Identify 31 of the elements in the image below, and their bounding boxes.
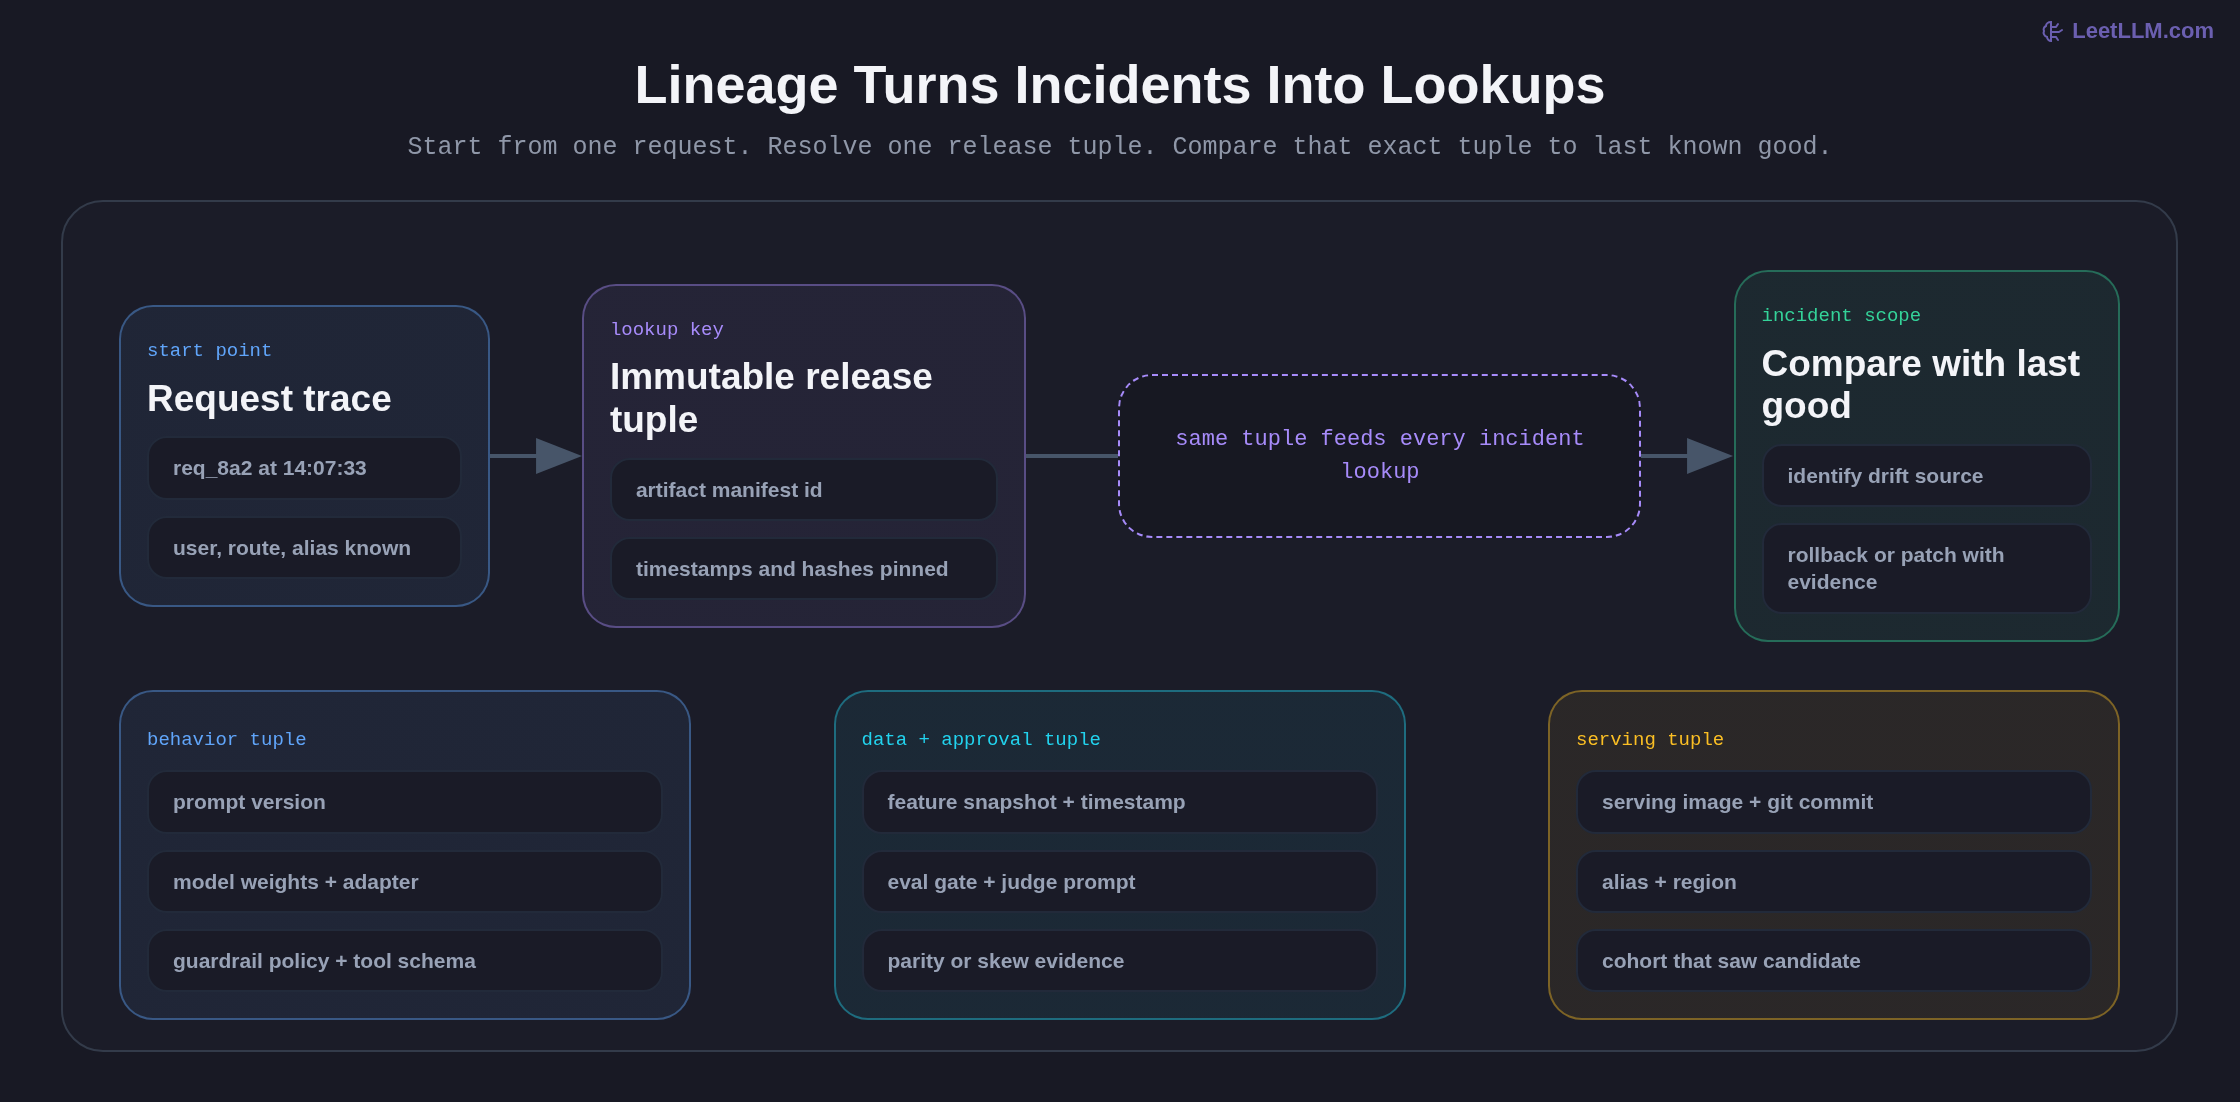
info-chip: cohort that saw candidate — [1576, 928, 2092, 993]
card-title: Compare with last good — [1761, 342, 2082, 428]
card-title: Immutable release tuple — [609, 356, 934, 442]
brand-name: LeetLLM.com — [2072, 17, 2214, 45]
info-chip: eval gate + judge prompt — [861, 849, 1378, 913]
info-chip: serving image + git commit — [1576, 770, 2092, 834]
card-label: start point — [147, 339, 274, 365]
card-label: lookup key — [609, 317, 725, 343]
card-label: serving tuple — [1576, 727, 1726, 753]
info-chip: parity or skew evidence — [861, 928, 1378, 993]
arrow-icon — [489, 436, 582, 477]
info-chip: model weights + adapter — [147, 849, 663, 913]
info-chip: artifact manifest id — [609, 457, 999, 521]
page-subtitle: Start from one request. Resolve one release tuple. Compare that exact tuple to last known good. — [406, 131, 1834, 164]
card-label: data + approval tuple — [861, 727, 1102, 753]
card-label: behavior tuple — [147, 727, 308, 753]
info-chip: user, route, alias known — [147, 515, 462, 579]
info-chip: req_8a2 at 14:07:33 — [147, 436, 462, 500]
brain-icon — [2042, 18, 2065, 43]
info-chip: rollback or patch with evidence — [1761, 523, 2092, 614]
arrow-icon — [1641, 436, 1734, 477]
info-chip: alias + region — [1576, 849, 2092, 913]
card-title: Request trace — [147, 377, 393, 421]
info-chip: guardrail policy + tool schema — [147, 928, 663, 993]
info-chip: timestamps and hashes pinned — [609, 536, 999, 601]
note-box: same tuple feeds every incident lookup — [1118, 374, 1642, 539]
card-label: incident scope — [1761, 304, 1923, 330]
info-chip: identify drift source — [1761, 443, 2092, 508]
page-title: Lineage Turns Incidents Into Lookups — [633, 53, 1607, 116]
info-chip: prompt version — [147, 770, 663, 834]
info-chip: feature snapshot + timestamp — [861, 770, 1378, 834]
